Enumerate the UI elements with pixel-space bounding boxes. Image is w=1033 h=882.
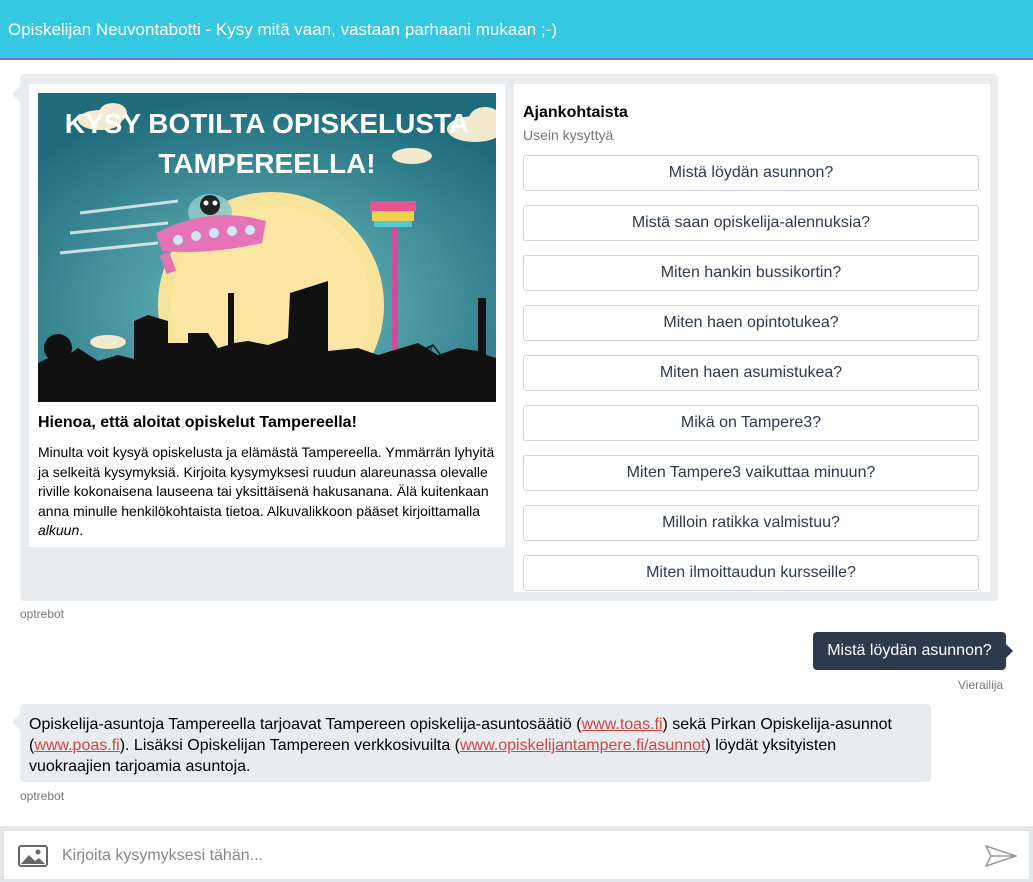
- faq-button-alennukset[interactable]: Mistä saan opiskelija-alennuksia?: [523, 205, 979, 241]
- link-poas[interactable]: www.poas.fi: [34, 737, 119, 754]
- composer-box: [3, 830, 1030, 880]
- welcome-text: Minulta voit kysyä opiskelusta ja elämäs…: [38, 443, 498, 541]
- bubble-tail: [12, 714, 20, 730]
- user-message: Mistä löydän asunnon?: [813, 632, 1013, 670]
- welcome-title: Hienoa, että aloitat opiskelut Tampereel…: [38, 414, 357, 431]
- faq-button-asunto[interactable]: Mistä löydän asunnon?: [523, 155, 979, 191]
- faq-panel: Ajankohtaista Usein kysyttyä Mistä löydä…: [514, 84, 990, 592]
- welcome-text-end: .: [79, 522, 84, 538]
- faq-title: Ajankohtaista: [523, 104, 628, 121]
- user-message-text: Mistä löydän asunnon?: [827, 642, 992, 659]
- message-input[interactable]: [60, 841, 964, 871]
- message-composer: [0, 826, 1033, 882]
- hero-illustration: KYSY BOTILTA OPISKELUSTA TAMPEREELLA!: [38, 93, 496, 402]
- user-sender-label: Vierailija: [958, 678, 1004, 692]
- faq-button-ratikka[interactable]: Milloin ratikka valmistuu?: [523, 505, 979, 541]
- faq-button-opintotuki[interactable]: Miten haen opintotukea?: [523, 305, 979, 341]
- app-header: Opiskelijan Neuvontabotti - Kysy mitä va…: [0, 0, 1033, 60]
- bot-reply-part: ). Lisäksi Opiskelijan Tampereen verkkos…: [119, 737, 460, 754]
- send-icon[interactable]: [984, 844, 1018, 868]
- hero-title-line2: TAMPEREELLA!: [158, 148, 375, 179]
- faq-subtitle: Usein kysyttyä: [523, 127, 614, 143]
- hero-title-line1: KYSY BOTILTA OPISKELUSTA: [65, 108, 469, 139]
- faq-button-tampere3[interactable]: Mikä on Tampere3?: [523, 405, 979, 441]
- welcome-text-body: Minulta voit kysyä opiskelusta ja elämäs…: [38, 444, 495, 519]
- image-upload-icon[interactable]: [18, 845, 48, 867]
- bot-sender-label: optrebot: [20, 789, 65, 803]
- link-opiskelijantampere[interactable]: www.opiskelijantampere.fi/asunnot: [460, 737, 705, 754]
- faq-button-kurssit[interactable]: Miten ilmoittaudun kursseille?: [523, 555, 979, 591]
- faq-button-bussikortti[interactable]: Miten hankin bussikortin?: [523, 255, 979, 291]
- bubble-tail: [1006, 644, 1013, 658]
- welcome-card: KYSY BOTILTA OPISKELUSTA TAMPEREELLA! Hi…: [29, 84, 505, 547]
- app-title: Opiskelijan Neuvontabotti - Kysy mitä va…: [8, 20, 557, 39]
- bot-welcome-message: KYSY BOTILTA OPISKELUSTA TAMPEREELLA! Hi…: [12, 74, 998, 601]
- bot-reply-message: Opiskelija-asuntoja Tampereella tarjoava…: [12, 704, 931, 782]
- faq-button-tampere3-vaikutus[interactable]: Miten Tampere3 vaikuttaa minuun?: [523, 455, 979, 491]
- chat-area[interactable]: KYSY BOTILTA OPISKELUSTA TAMPEREELLA! Hi…: [0, 62, 1033, 822]
- link-toas[interactable]: www.toas.fi: [582, 716, 663, 733]
- bot-reply-text: Opiskelija-asuntoja Tampereella tarjoava…: [29, 714, 909, 777]
- welcome-text-keyword: alkuun: [38, 522, 80, 538]
- faq-button-asumistuki[interactable]: Miten haen asumistukea?: [523, 355, 979, 391]
- bubble-tail: [12, 86, 20, 102]
- bot-sender-label: optrebot: [20, 607, 65, 621]
- bot-reply-part: Opiskelija-asuntoja Tampereella tarjoava…: [29, 716, 582, 733]
